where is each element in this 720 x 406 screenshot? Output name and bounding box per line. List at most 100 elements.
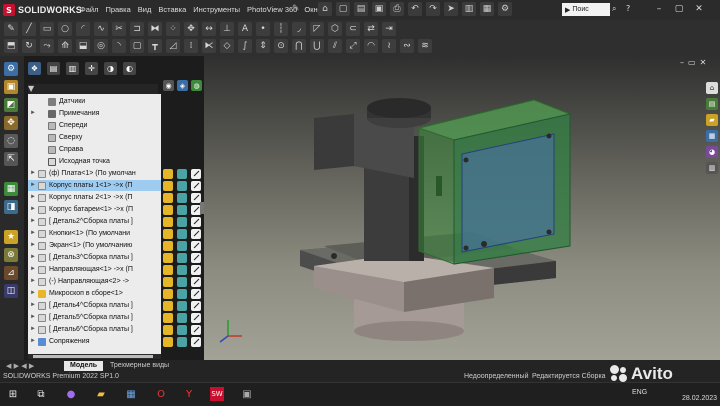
expand-toggle-icon[interactable]: ► — [30, 216, 36, 227]
yandex-browser-icon[interactable]: Y — [182, 387, 196, 401]
maximize-icon[interactable]: ▢ — [672, 2, 686, 16]
display-mode-icon[interactable] — [177, 241, 187, 251]
curves-icon[interactable]: ∫ — [238, 39, 252, 53]
expand-toggle-icon[interactable]: ► — [30, 300, 36, 311]
menu-tools[interactable]: Инструменты — [193, 3, 240, 17]
tree-item[interactable]: ► Экран<1> (По умолчанию — [28, 240, 161, 251]
interference-icon[interactable]: ⊗ — [4, 248, 18, 262]
configuration-tab-icon[interactable]: ▥ — [66, 62, 79, 75]
loft-icon[interactable]: ⟰ — [58, 39, 72, 53]
appearance-swatch-icon[interactable] — [191, 217, 201, 227]
display-mode-icon[interactable] — [177, 265, 187, 275]
appearance-swatch-icon[interactable] — [191, 289, 201, 299]
appearance-swatch-icon[interactable] — [191, 337, 201, 347]
tree-scrollbar[interactable] — [28, 354, 161, 359]
dimension-icon[interactable]: ↔ — [202, 22, 216, 36]
visibility-toggle-icon[interactable] — [163, 289, 173, 299]
circle-icon[interactable]: ○ — [58, 22, 72, 36]
polygon-icon[interactable]: ⬡ — [328, 22, 342, 36]
expand-toggle-icon[interactable]: ► — [30, 324, 36, 335]
mirror-feature-icon[interactable]: ⧔ — [202, 39, 216, 53]
visibility-toggle-icon[interactable] — [163, 277, 173, 287]
appearance-swatch-icon[interactable] — [191, 301, 201, 311]
feature-tree-tab-icon[interactable]: ❖ — [28, 62, 41, 75]
visibility-toggle-icon[interactable] — [163, 253, 173, 263]
rebuild-icon[interactable]: ▥ — [462, 2, 476, 16]
apps-icon[interactable]: ▣ — [240, 387, 254, 401]
graphics-area[interactable]: ⌕ ⌖ ↶ ◧ ◫ ◈ ◐ ◉ ◍ ◒ ▭ – ▭ ✕ ⌂ ▤ ▰ ▦ ◕ ▥ — [204, 56, 720, 360]
expand-toggle-icon[interactable]: ► — [30, 108, 36, 119]
tree-filter[interactable]: ▼ — [28, 84, 158, 94]
arc-icon[interactable]: ◜ — [76, 22, 90, 36]
display-mode-icon[interactable] — [177, 313, 187, 323]
visibility-toggle-icon[interactable] — [163, 229, 173, 239]
expand-toggle-icon[interactable]: ► — [30, 312, 36, 323]
tree-item[interactable]: ► Кнопки<1> (По умолчани — [28, 228, 161, 239]
visibility-toggle-icon[interactable] — [163, 169, 173, 179]
shell-icon[interactable]: ▢ — [130, 39, 144, 53]
section-icon[interactable]: ◫ — [4, 284, 18, 298]
visibility-toggle-icon[interactable] — [163, 181, 173, 191]
menu-insert[interactable]: Вставка — [158, 3, 186, 17]
menu-edit[interactable]: Правка — [105, 3, 130, 17]
clock-date[interactable]: 28.02.2023 — [682, 395, 717, 402]
expand-toggle-icon[interactable]: ► — [30, 228, 36, 239]
tree-item[interactable]: ► Сопряжения — [28, 336, 161, 347]
app-logo[interactable]: S SOLIDWORKS — [3, 3, 82, 17]
slot-icon[interactable]: ⊂ — [346, 22, 360, 36]
display-mode-icon[interactable] — [177, 193, 187, 203]
tab-model[interactable]: Модель — [64, 361, 104, 371]
split-icon[interactable]: ⫽ — [328, 39, 342, 53]
tree-item[interactable]: ► [ Деталь2^Сборка платы ] — [28, 216, 161, 227]
expand-toggle-icon[interactable]: ► — [30, 168, 36, 179]
trim-icon[interactable]: ✂ — [112, 22, 126, 36]
relation-icon[interactable]: ⊥ — [220, 22, 234, 36]
tree-item[interactable]: ► (ф) Плата<1> (По умолчан — [28, 168, 161, 179]
print-icon[interactable]: ⎙ — [390, 2, 404, 16]
appearance-swatch-icon[interactable] — [191, 229, 201, 239]
solidworks-taskbar-icon[interactable]: SW — [210, 387, 224, 401]
combine-icon[interactable]: ⋃ — [310, 39, 324, 53]
convert-icon[interactable]: ⇄ — [364, 22, 378, 36]
insert-component-icon[interactable]: ▣ — [4, 80, 18, 94]
smart-mates-icon[interactable]: ⚙ — [4, 62, 18, 76]
rib-icon[interactable]: ┳ — [148, 39, 162, 53]
centerline-icon[interactable]: ┆ — [274, 22, 288, 36]
fillet-icon[interactable]: ◞ — [292, 22, 306, 36]
tree-item[interactable]: Спереди — [28, 120, 161, 131]
opera-icon[interactable]: O — [154, 387, 168, 401]
display-mode-icon[interactable] — [177, 337, 187, 347]
move-component-icon[interactable]: ✥ — [4, 116, 18, 130]
tree-item[interactable]: ► Микроскоп в сборе<1> — [28, 288, 161, 299]
appearance-swatch-icon[interactable] — [191, 313, 201, 323]
appearance-tab-icon[interactable]: ◐ — [123, 62, 136, 75]
deform-icon[interactable]: ≋ — [418, 39, 432, 53]
home-icon[interactable]: ⌂ — [318, 2, 332, 16]
tab-3d-views[interactable]: Трехмерные виды — [104, 361, 175, 371]
display-mode-icon[interactable] — [177, 301, 187, 311]
explorer-icon[interactable]: ▰ — [94, 387, 108, 401]
display-mode-icon[interactable] — [177, 205, 187, 215]
visibility-toggle-icon[interactable] — [163, 337, 173, 347]
display-mode-column-icon[interactable]: ◈ — [177, 80, 188, 91]
hide-column-icon[interactable]: ◉ — [163, 80, 174, 91]
display-mode-icon[interactable] — [177, 229, 187, 239]
tree-item[interactable]: Справа — [28, 144, 161, 155]
tree-item[interactable]: ► Направляющая<1> ->x (П — [28, 264, 161, 275]
exploded-view-icon[interactable]: ⇱ — [4, 152, 18, 166]
display-mode-icon[interactable] — [177, 253, 187, 263]
expand-toggle-icon[interactable]: ► — [30, 276, 36, 287]
undo-icon[interactable]: ↶ — [408, 2, 422, 16]
tree-item[interactable]: ► [ Деталь5^Сборка платы ] — [28, 312, 161, 323]
display-manager-tab-icon[interactable]: ◑ — [104, 62, 117, 75]
expand-toggle-icon[interactable]: ► — [30, 204, 36, 215]
search-box[interactable]: ▶ Поис — [562, 3, 610, 16]
tree-item[interactable]: ► Корпус платы 1<1> ->x (П — [28, 180, 161, 191]
task-view-icon[interactable]: ⧉ — [34, 387, 48, 401]
chamfer-icon[interactable]: ◸ — [310, 22, 324, 36]
spline-icon[interactable]: ∿ — [94, 22, 108, 36]
expand-toggle-icon[interactable]: ► — [30, 180, 36, 191]
visibility-toggle-icon[interactable] — [163, 217, 173, 227]
display-mode-icon[interactable] — [177, 181, 187, 191]
rectangle-icon[interactable]: ▭ — [40, 22, 54, 36]
